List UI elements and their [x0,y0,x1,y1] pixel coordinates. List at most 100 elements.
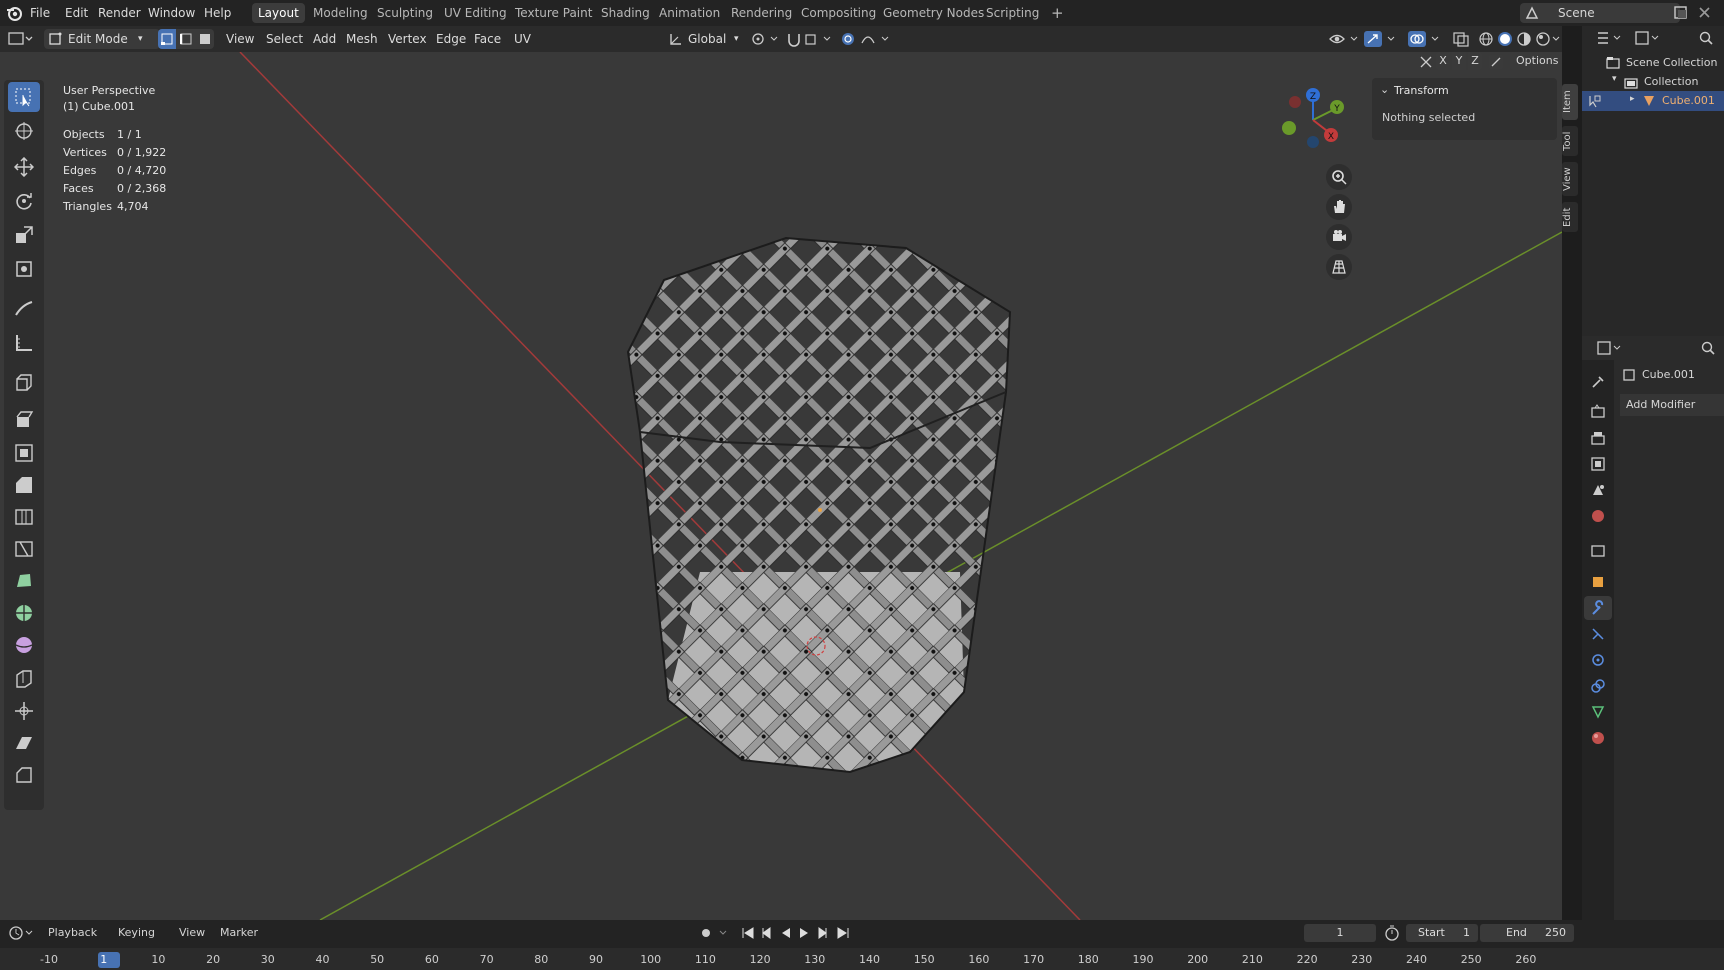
select-object-icon[interactable] [1588,94,1602,108]
measure-tool[interactable] [8,328,40,358]
proportional-edit-icon[interactable] [840,31,896,47]
rip-region-tool[interactable] [8,760,40,790]
poly-build-tool[interactable] [8,566,40,596]
mode-dropdown[interactable]: Edit Mode ▾ [44,29,160,49]
mirror-y-toggle[interactable]: Y [1452,52,1466,70]
vertex-select-button[interactable] [158,29,176,49]
filter-icon[interactable] [1634,30,1664,46]
collection-label[interactable]: Collection [1644,75,1698,88]
mesh-object-cube[interactable] [626,236,1012,774]
smooth-tool[interactable] [8,630,40,660]
xray-icon[interactable] [1452,31,1470,47]
scene-collection-label[interactable]: Scene Collection [1626,56,1717,69]
camera-view-button[interactable] [1326,224,1352,250]
render-icon[interactable] [1590,404,1606,420]
tab-edit[interactable]: Edit [1562,202,1578,232]
collection-props-icon[interactable] [1590,542,1606,558]
3d-viewport[interactable]: User Perspective (1) Cube.001 Objects 1 … [0,52,1562,920]
neg-y-axis-handle[interactable] [1282,121,1296,135]
prev-keyframe-button[interactable] [762,927,771,939]
view-layer-icon[interactable] [1590,456,1606,472]
rendered-shading-icon[interactable] [1535,31,1565,47]
extrude-tool[interactable] [8,404,40,434]
rotate-tool[interactable] [8,186,40,216]
stopwatch-icon[interactable] [1384,925,1402,941]
neg-x-axis-handle[interactable] [1289,96,1301,108]
scale-tool[interactable] [8,220,40,250]
timeline-menu-keying[interactable]: Keying [118,926,155,939]
transform-tool[interactable] [8,254,40,284]
header-menu-add[interactable]: Add [313,29,336,49]
blender-logo-icon[interactable] [5,4,23,22]
particles-icon[interactable] [1590,626,1606,642]
physics-icon[interactable] [1590,652,1606,668]
gizmo-toggle-icon[interactable] [1364,31,1400,47]
edge-slide-tool[interactable] [8,664,40,694]
tab-rendering[interactable]: Rendering [725,3,798,23]
orientation-dropdown[interactable]: Global ▾ [666,29,744,49]
search-icon[interactable] [1698,30,1714,46]
tab-layout[interactable]: Layout [252,3,305,23]
play-reverse-button[interactable] [782,928,790,938]
tab-modeling[interactable]: Modeling [307,3,374,23]
expand-arrow-icon[interactable]: ▾ [1612,74,1617,84]
knife-tool[interactable] [8,534,40,564]
cursor-tool[interactable] [8,116,40,146]
outliner-row-cube[interactable]: ▸ Cube.001 [1582,91,1724,111]
modifier-tab[interactable] [1584,596,1612,620]
tab-geometry-nodes[interactable]: Geometry Nodes [877,3,990,23]
mirror-z-toggle[interactable]: Z [1468,52,1482,70]
timeline-menu-playback[interactable]: Playback [48,926,97,939]
jump-start-button[interactable] [742,927,754,939]
header-menu-uv[interactable]: UV [514,29,531,49]
next-keyframe-button[interactable] [818,927,827,939]
current-frame-field[interactable]: 1 [1304,924,1376,942]
header-menu-view[interactable]: View [226,29,254,49]
transform-panel-title[interactable]: Transform [1394,84,1449,97]
tab-tool[interactable]: Tool [1562,126,1578,156]
tab-item[interactable]: Item [1562,84,1578,120]
annotate-tool[interactable] [8,294,40,324]
wireframe-shading-icon[interactable] [1478,31,1494,47]
mirror-icon[interactable] [1418,54,1434,70]
loop-cut-tool[interactable] [8,502,40,532]
header-menu-edge[interactable]: Edge [436,29,466,49]
tab-view[interactable]: View [1562,162,1578,196]
mesh-data-props-icon[interactable] [1590,704,1606,720]
mirror-x-toggle[interactable]: X [1436,52,1450,70]
add-modifier-button[interactable]: Add Modifier [1620,394,1724,416]
spin-tool[interactable] [8,598,40,628]
select-box-tool[interactable] [8,82,40,112]
add-cube-tool[interactable] [8,368,40,398]
tab-shading[interactable]: Shading [595,3,656,23]
menu-window[interactable]: Window [148,0,195,26]
tool-settings-icon[interactable] [1590,374,1606,390]
header-menu-select[interactable]: Select [266,29,303,49]
tab-texture-paint[interactable]: Texture Paint [509,3,598,23]
move-tool[interactable] [8,152,40,182]
tab-scripting[interactable]: Scripting [980,3,1045,23]
zoom-button[interactable] [1326,164,1352,190]
visibility-icon[interactable] [1328,31,1362,47]
timeline-menu-view[interactable]: View [179,926,205,939]
neg-z-axis-handle[interactable] [1307,136,1319,148]
timeline-menu-marker[interactable]: Marker [220,926,258,939]
jump-end-button[interactable] [837,927,849,939]
ortho-toggle-button[interactable] [1326,254,1352,280]
auto-merge-icon[interactable] [1488,54,1504,70]
timeline-editor-icon[interactable] [8,925,36,941]
solid-shading-icon[interactable] [1497,31,1513,47]
options-dropdown[interactable]: Options [1510,52,1562,70]
face-select-button[interactable] [196,29,214,49]
properties-editor-icon[interactable] [1596,340,1626,356]
pivot-point-icon[interactable] [750,31,780,47]
menu-file[interactable]: File [30,0,50,26]
scene-props-icon[interactable] [1590,482,1606,498]
tab-uv-editing[interactable]: UV Editing [438,3,513,23]
tab-compositing[interactable]: Compositing [795,3,882,23]
auto-keying-icon[interactable] [698,925,732,941]
expand-arrow-icon[interactable]: ▸ [1630,94,1635,104]
start-frame-field[interactable]: Start 1 [1406,924,1478,942]
new-scene-icon[interactable] [1672,4,1690,22]
snap-icon[interactable] [786,31,836,47]
